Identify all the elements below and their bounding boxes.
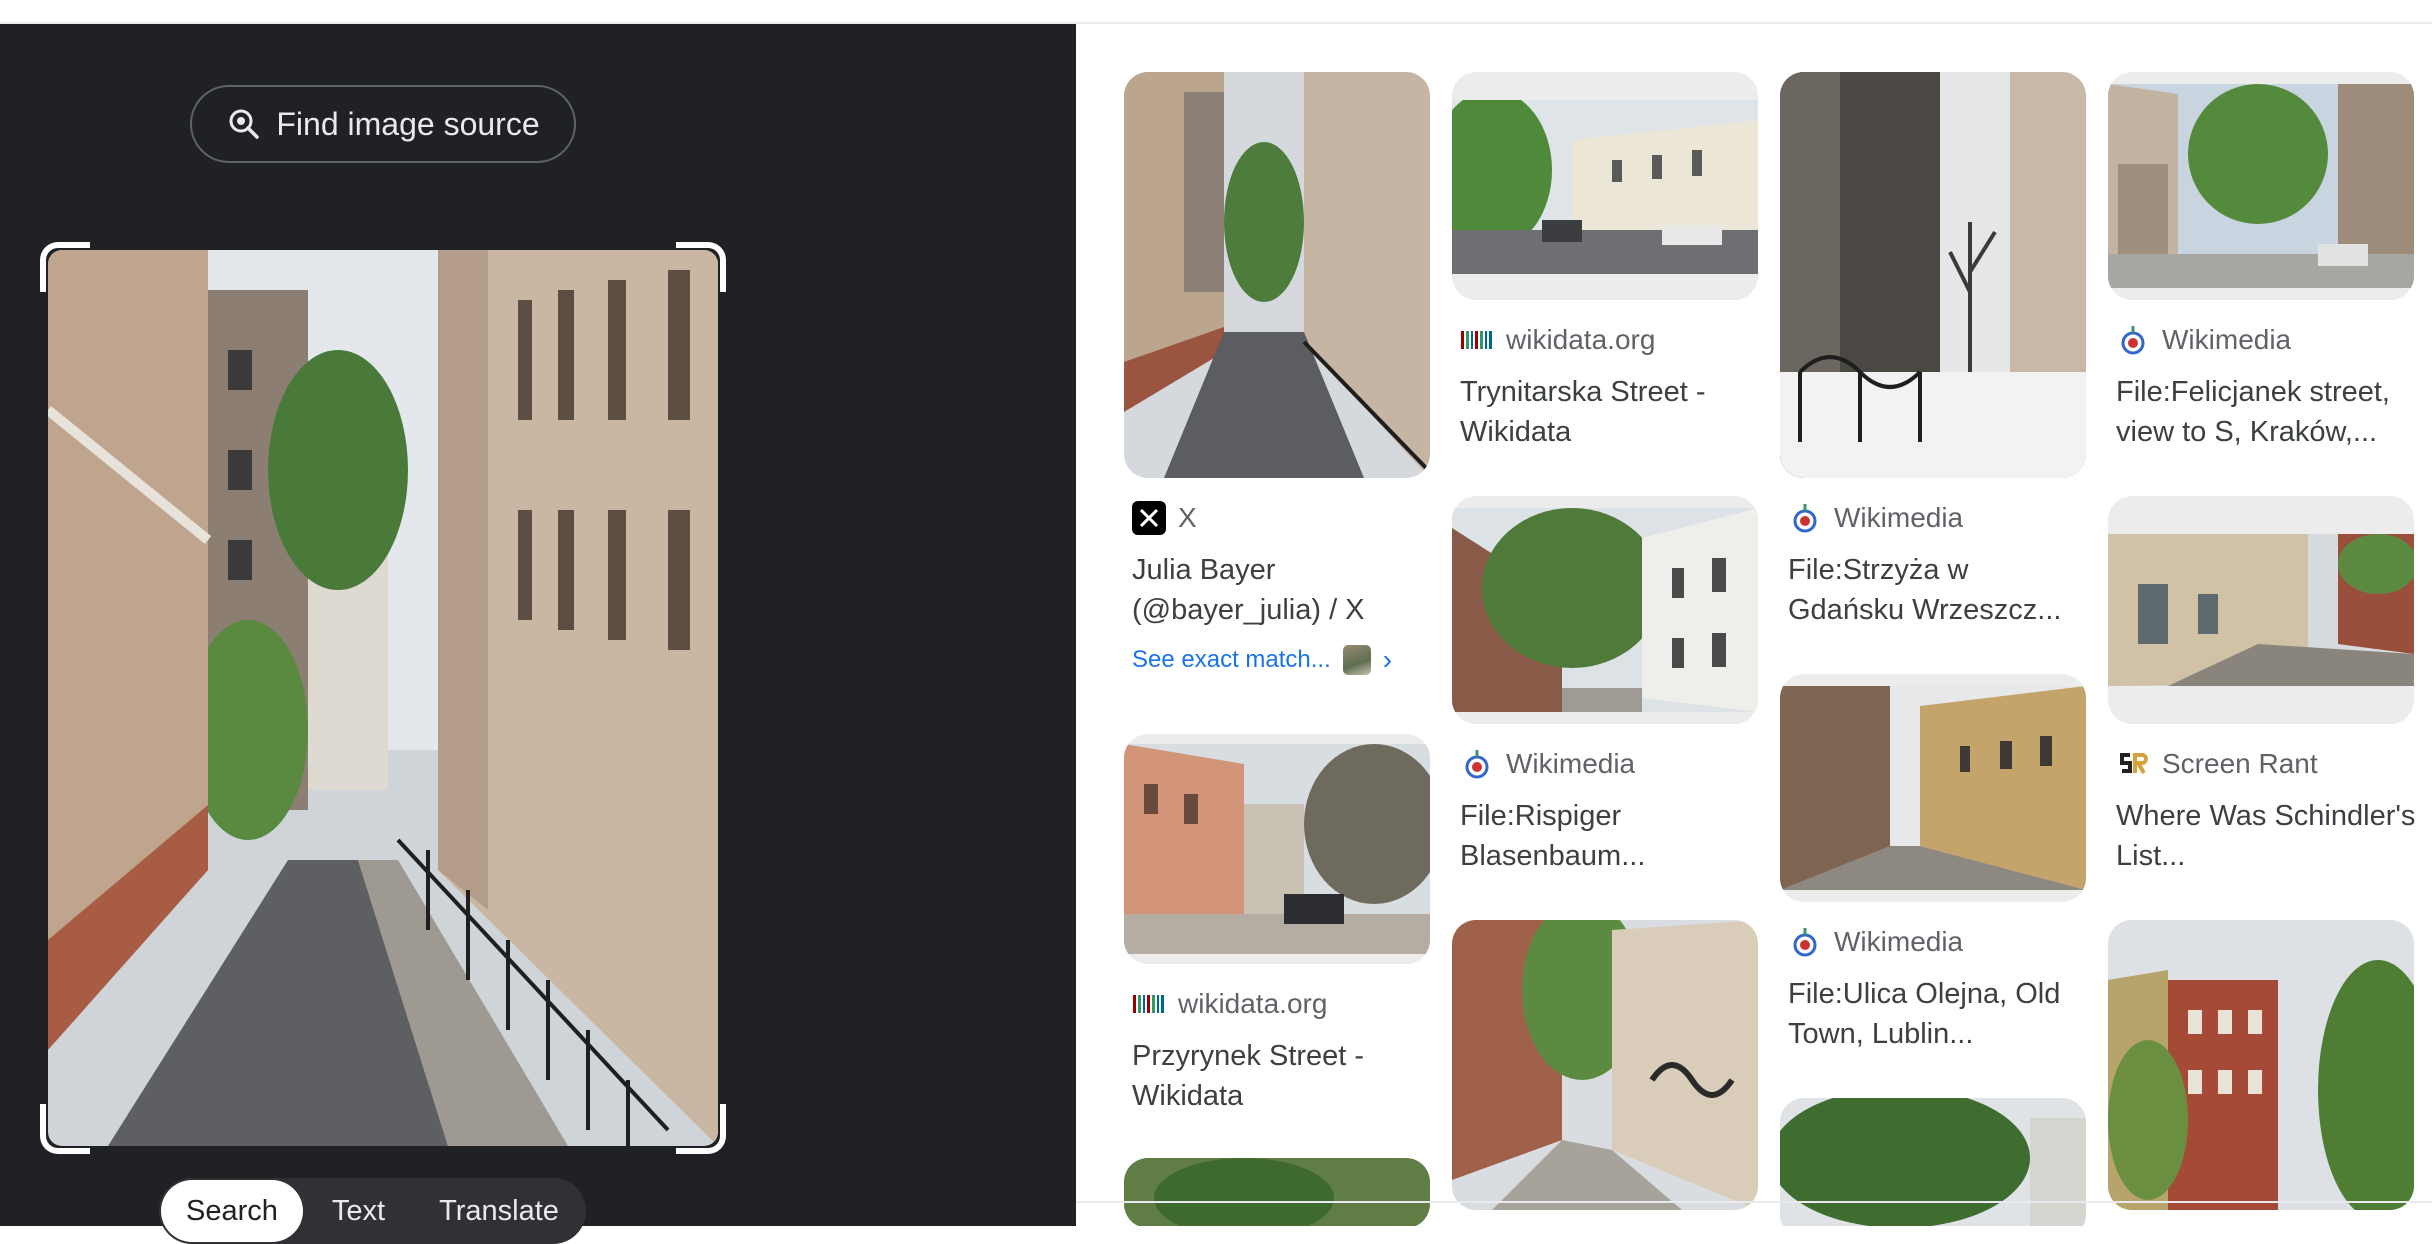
tab-translate[interactable]: Translate	[414, 1180, 584, 1242]
result-thumbnail[interactable]	[1780, 72, 2086, 478]
result-thumbnail[interactable]	[2108, 72, 2414, 300]
result-card[interactable]: wikidata.org Przyrynek Street - Wikidata	[1124, 734, 1430, 1116]
result-source: Wikimedia	[1834, 502, 1964, 533]
result-card[interactable]	[2108, 920, 2414, 1210]
query-image	[48, 250, 718, 1146]
result-source: X	[1178, 502, 1197, 533]
result-thumbnail[interactable]	[1124, 1158, 1430, 1226]
result-card[interactable]	[1452, 920, 1758, 1210]
wikimedia-icon	[2116, 323, 2150, 357]
result-source: Wikimedia	[2162, 324, 2292, 355]
result-thumbnail[interactable]	[1780, 1098, 2086, 1226]
result-source: Wikimedia	[1834, 926, 1964, 957]
x-logo-icon	[1132, 501, 1166, 535]
result-card[interactable]: wikidata.org Trynitarska Street - Wikida…	[1452, 72, 1758, 452]
result-thumbnail[interactable]	[1124, 72, 1430, 478]
exact-match-thumbnail	[1342, 645, 1371, 675]
result-thumbnail[interactable]	[1780, 674, 2086, 902]
result-card[interactable]	[1124, 1158, 1430, 1226]
find-image-source-label: Find image source	[276, 105, 540, 142]
result-card[interactable]: Wikimedia File:Ulica Olejna, Old Town, L…	[1780, 674, 2086, 1054]
result-thumbnail[interactable]	[2108, 920, 2414, 1210]
result-card[interactable]: Wikimedia File:Felicjanek street, view t…	[2108, 72, 2414, 452]
crop-handle-bottom-right[interactable]	[676, 1104, 726, 1154]
wikidata-icon	[1460, 323, 1494, 357]
result-source: wikidata.org	[1178, 988, 1328, 1019]
wikimedia-icon	[1460, 747, 1494, 781]
result-thumbnail[interactable]	[1452, 72, 1758, 300]
result-title[interactable]: Przyrynek Street - Wikidata	[1124, 1036, 1432, 1116]
result-card[interactable]: Screen Rant Where Was Schindler's List..…	[2108, 496, 2416, 876]
result-title[interactable]: Julia Bayer (@bayer_julia) / X	[1124, 550, 1432, 630]
results-bottom-divider	[1076, 1201, 2432, 1203]
lens-mode-tabs: Search Text Translate	[159, 1178, 586, 1244]
result-card[interactable]: Wikimedia File:Strzyża w Gdańsku Wrzeszc…	[1780, 72, 2086, 630]
result-thumbnail[interactable]	[1452, 496, 1758, 724]
wikimedia-icon	[1788, 925, 1822, 959]
result-title[interactable]: File:Strzyża w Gdańsku Wrzeszcz...	[1780, 550, 2088, 630]
result-title[interactable]: File:Rispiger Blasenbaum...	[1452, 796, 1760, 876]
tab-search[interactable]: Search	[161, 1180, 303, 1242]
result-thumbnail[interactable]	[2108, 496, 2414, 724]
result-title[interactable]: File:Ulica Olejna, Old Town, Lublin...	[1780, 974, 2088, 1054]
crop-handle-top-left[interactable]	[40, 242, 90, 292]
result-thumbnail[interactable]	[1124, 734, 1430, 964]
find-image-source-button[interactable]: Find image source	[190, 85, 576, 163]
result-thumbnail[interactable]	[1452, 920, 1758, 1210]
crop-handle-top-right[interactable]	[676, 242, 726, 292]
result-source: Screen Rant	[2162, 748, 2318, 779]
see-exact-matches-label: See exact match...	[1132, 646, 1331, 673]
see-exact-matches-link[interactable]: See exact match... ›	[1124, 644, 1430, 676]
result-card[interactable]: X Julia Bayer (@bayer_julia) / X See exa…	[1124, 72, 1430, 676]
wikidata-icon	[1132, 987, 1166, 1021]
visual-matches-grid: X Julia Bayer (@bayer_julia) / X See exa…	[1076, 24, 2432, 1226]
result-card[interactable]	[1780, 1098, 2086, 1226]
lens-search-icon	[229, 109, 260, 139]
result-card[interactable]: Wikimedia File:Rispiger Blasenbaum...	[1452, 496, 1758, 876]
image-preview-panel: Find image source Search Text Translate	[0, 24, 1076, 1244]
crop-handle-bottom-left[interactable]	[40, 1104, 90, 1154]
result-source: wikidata.org	[1506, 324, 1656, 355]
crop-selection[interactable]	[40, 242, 726, 1154]
tab-text[interactable]: Text	[307, 1180, 410, 1242]
chevron-right-icon: ›	[1382, 644, 1393, 675]
result-title[interactable]: File:Felicjanek street, view to S, Krakó…	[2108, 372, 2416, 452]
result-title[interactable]: Where Was Schindler's List...	[2108, 796, 2416, 876]
top-bar	[0, 0, 2432, 24]
result-title[interactable]: Trynitarska Street - Wikidata	[1452, 372, 1760, 452]
screen-rant-icon	[2116, 747, 2150, 781]
result-source: Wikimedia	[1506, 748, 1636, 779]
wikimedia-icon	[1788, 501, 1822, 535]
